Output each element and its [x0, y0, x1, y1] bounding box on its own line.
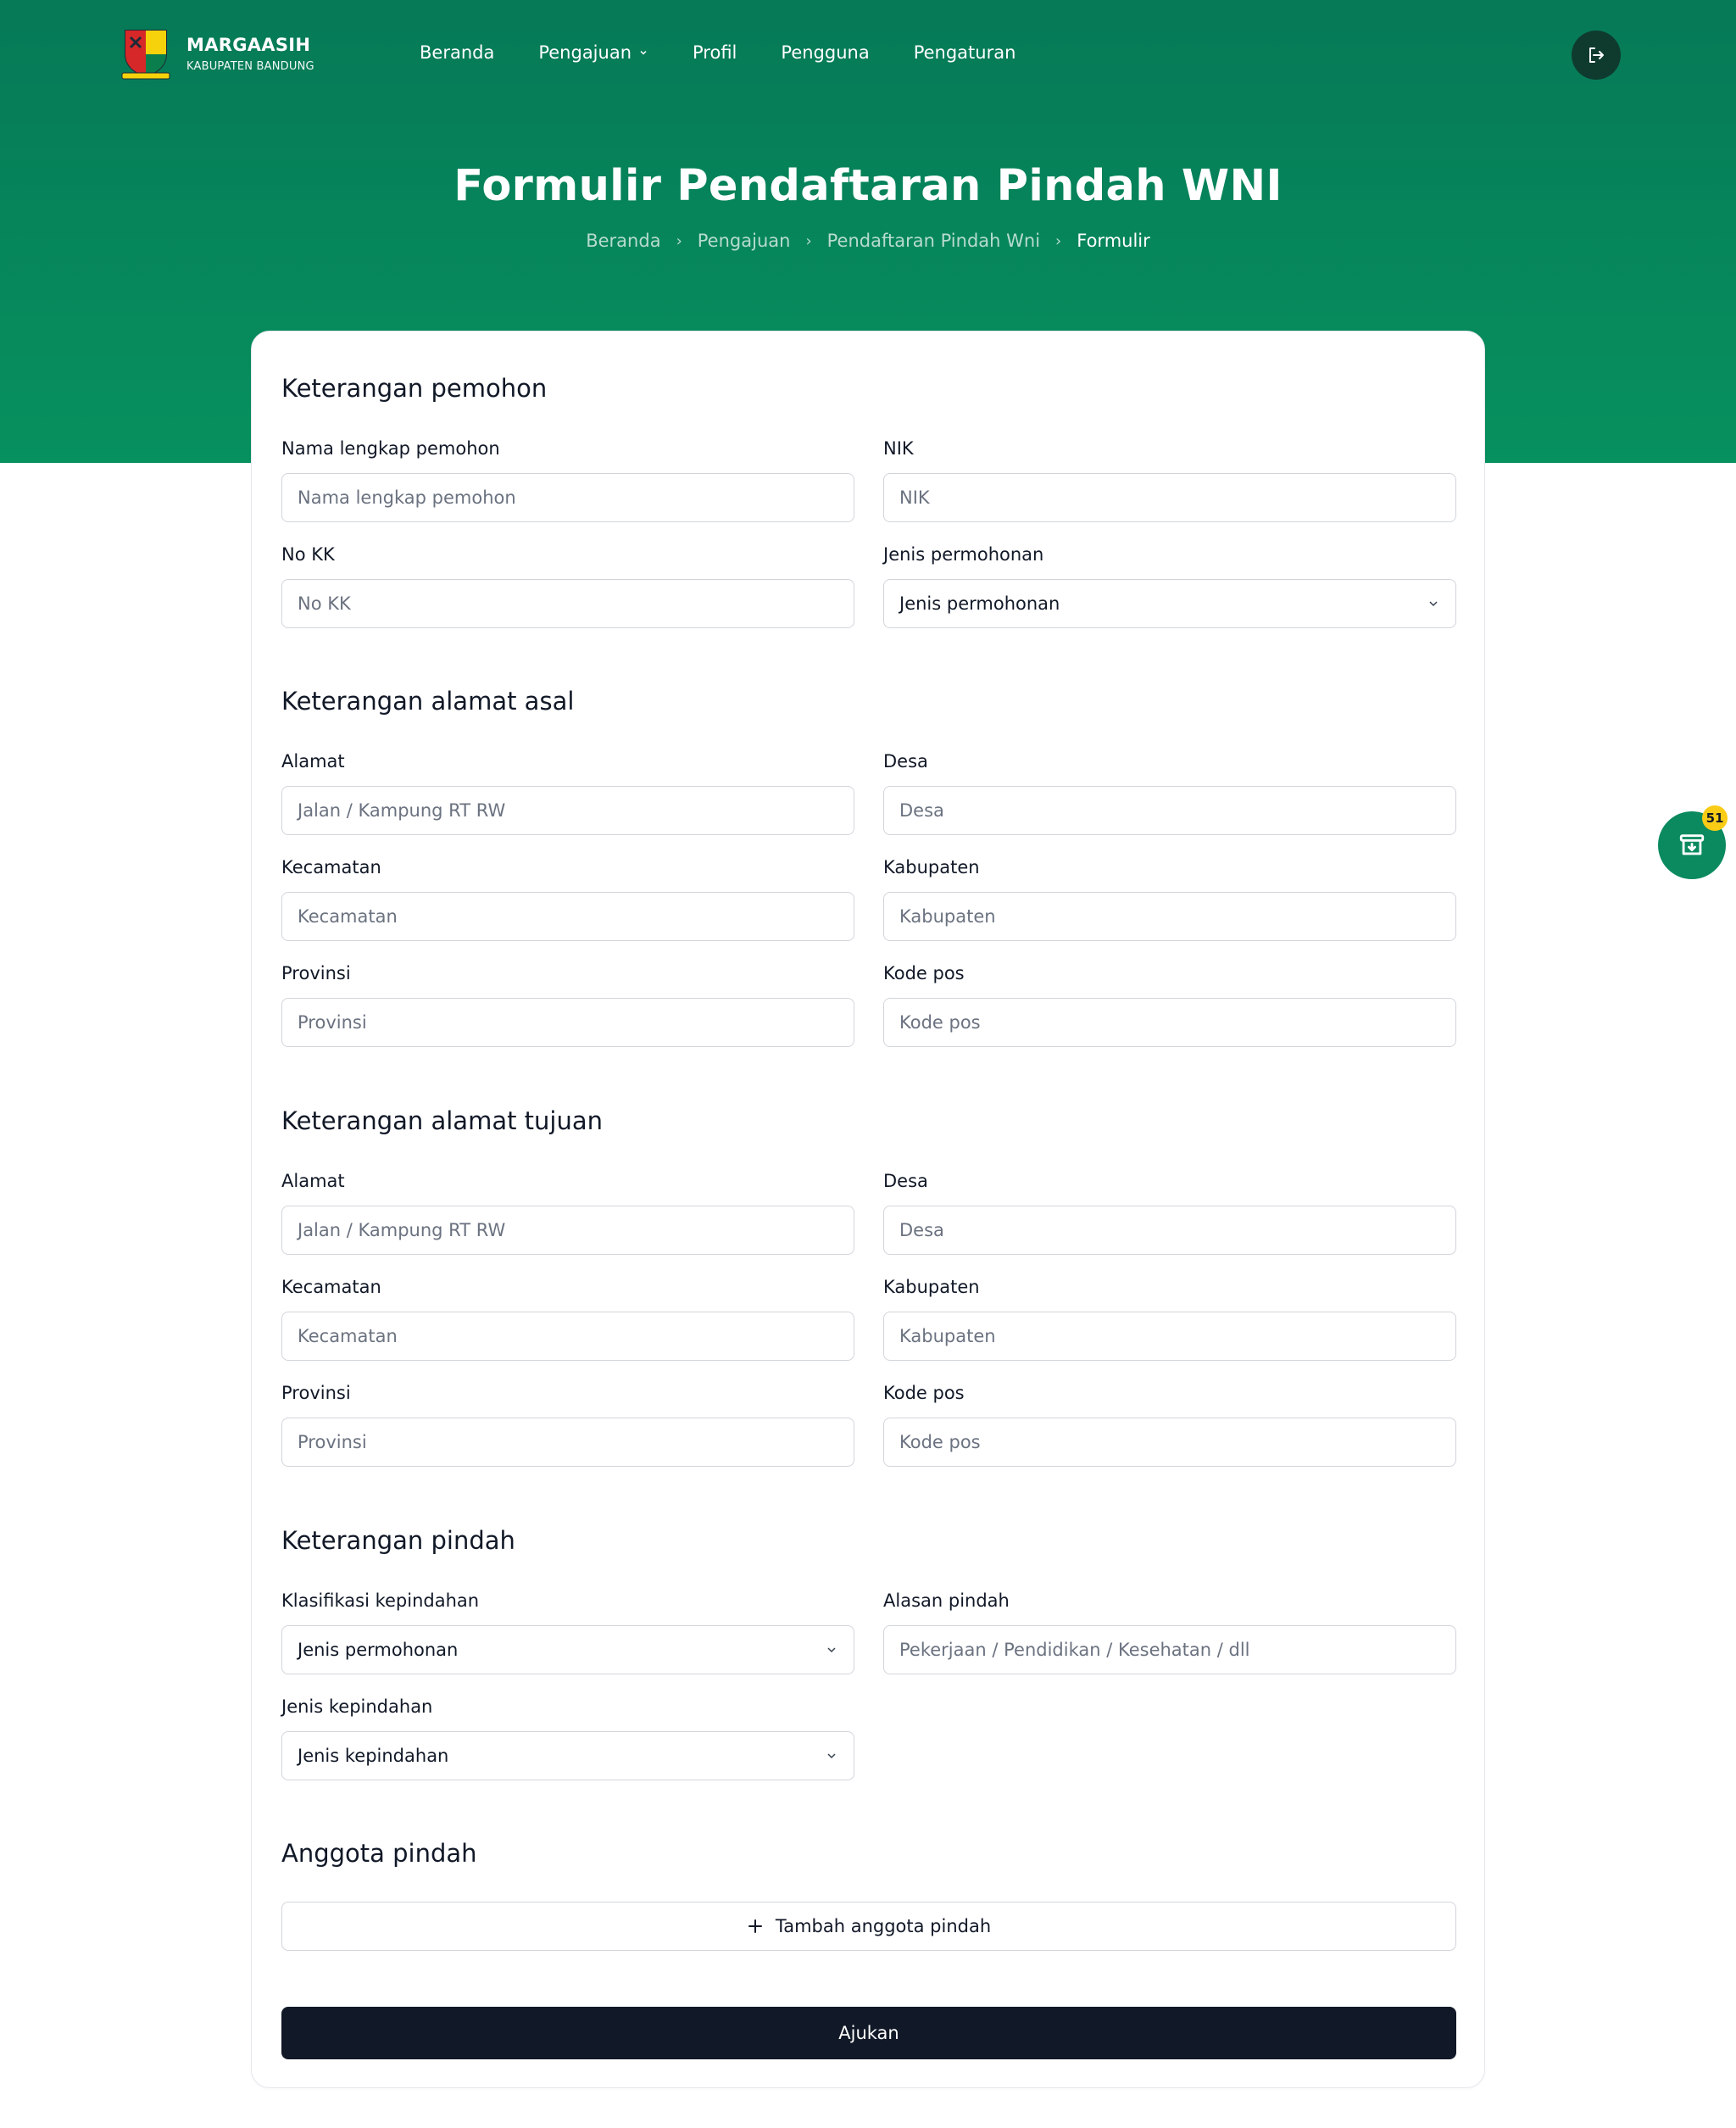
asal-kodepos-input[interactable]: Kode pos	[883, 998, 1456, 1047]
label-tujuan-kodepos: Kode pos	[883, 1383, 965, 1403]
klasifikasi-value: Jenis permohonan	[298, 1640, 459, 1660]
form-card: Keterangan pemohon Nama lengkap pemohon …	[251, 331, 1485, 2088]
logout-icon	[1589, 47, 1604, 63]
breadcrumb: Beranda › Pengajuan › Pendaftaran Pindah…	[0, 231, 1736, 251]
nav-pengajuan-label: Pengajuan	[538, 42, 632, 63]
tujuan-kecamatan-input[interactable]: Kecamatan	[281, 1312, 854, 1361]
section-title-tujuan: Keterangan alamat tujuan	[281, 1106, 604, 1135]
tujuan-provinsi-input[interactable]: Provinsi	[281, 1418, 854, 1467]
section-title-pemohon: Keterangan pemohon	[281, 374, 548, 403]
chevron-right-icon: ›	[676, 231, 682, 250]
chevron-down-icon	[1429, 601, 1438, 607]
tujuan-alamat-input[interactable]: Jalan / Kampung RT RW	[281, 1206, 854, 1255]
jenis-kepindahan-select[interactable]: Jenis kepindahan	[281, 1731, 854, 1780]
nav-pengajuan[interactable]: Pengajuan	[538, 42, 648, 63]
chevron-down-icon	[827, 1647, 836, 1653]
plus-icon	[748, 1919, 762, 1933]
label-asal-provinsi: Provinsi	[281, 963, 351, 983]
nik-input[interactable]: NIK	[883, 473, 1456, 522]
chevron-down-icon	[827, 1753, 836, 1759]
asal-alamat-input[interactable]: Jalan / Kampung RT RW	[281, 786, 854, 835]
chevron-down-icon	[640, 50, 647, 55]
nav-beranda-label: Beranda	[420, 42, 495, 63]
add-member-button[interactable]: Tambah anggota pindah	[281, 1902, 1456, 1951]
label-nokk: No KK	[281, 544, 335, 565]
main-nav: Beranda Pengajuan Profil Pengguna Pengat…	[420, 42, 1060, 63]
asal-kecamatan-input[interactable]: Kecamatan	[281, 892, 854, 941]
label-alasan: Alasan pindah	[883, 1590, 1010, 1611]
logout-button[interactable]	[1572, 31, 1621, 80]
nav-profil[interactable]: Profil	[693, 42, 737, 63]
notification-badge: 51	[1702, 805, 1728, 831]
label-nik: NIK	[883, 438, 914, 459]
tujuan-kodepos-input[interactable]: Kode pos	[883, 1418, 1456, 1467]
asal-kabupaten-input[interactable]: Kabupaten	[883, 892, 1456, 941]
chevron-right-icon: ›	[1055, 231, 1062, 250]
brand-logo[interactable]: MARGAASIH KABUPATEN BANDUNG	[117, 25, 314, 81]
alasan-input[interactable]: Pekerjaan / Pendidikan / Kesehatan / dll	[883, 1625, 1456, 1674]
jenis-permohonan-value: Jenis permohonan	[899, 593, 1060, 614]
asal-desa-input[interactable]: Desa	[883, 786, 1456, 835]
label-asal-alamat: Alamat	[281, 751, 345, 772]
breadcrumb-pengajuan[interactable]: Pengajuan	[698, 231, 791, 251]
jenis-permohonan-select[interactable]: Jenis permohonan	[883, 579, 1456, 628]
nav-pengguna-label: Pengguna	[781, 42, 870, 63]
breadcrumb-beranda[interactable]: Beranda	[586, 231, 660, 251]
nav-pengaturan-label: Pengaturan	[913, 42, 1016, 63]
label-klasifikasi: Klasifikasi kepindahan	[281, 1590, 480, 1611]
submit-label: Ajukan	[838, 2023, 899, 2043]
nav-profil-label: Profil	[693, 42, 737, 63]
submit-button[interactable]: Ajukan	[281, 2007, 1456, 2059]
nav-beranda[interactable]: Beranda	[420, 42, 494, 63]
coat-of-arms-icon	[121, 30, 170, 80]
archive-download-icon	[1679, 834, 1705, 855]
section-title-asal: Keterangan alamat asal	[281, 687, 575, 716]
label-jenis-permohonan: Jenis permohonan	[883, 544, 1044, 565]
brand-subtitle: KABUPATEN BANDUNG	[186, 59, 314, 73]
page-title: Formulir Pendaftaran Pindah WNI	[453, 161, 1283, 211]
breadcrumb-current: Formulir	[1077, 231, 1150, 251]
chevron-right-icon: ›	[805, 231, 812, 250]
label-jenis-kepindahan: Jenis kepindahan	[281, 1696, 433, 1717]
label-tujuan-provinsi: Provinsi	[281, 1383, 351, 1403]
label-tujuan-kecamatan: Kecamatan	[281, 1277, 381, 1297]
label-asal-kabupaten: Kabupaten	[883, 857, 980, 877]
tujuan-kabupaten-input[interactable]: Kabupaten	[883, 1312, 1456, 1361]
brand-title: MARGAASIH	[186, 34, 311, 55]
label-nama: Nama lengkap pemohon	[281, 438, 500, 459]
add-member-label: Tambah anggota pindah	[775, 1916, 992, 1936]
label-tujuan-alamat: Alamat	[281, 1171, 345, 1191]
section-title-anggota: Anggota pindah	[281, 1839, 477, 1868]
asal-provinsi-input[interactable]: Provinsi	[281, 998, 854, 1047]
tujuan-desa-input[interactable]: Desa	[883, 1206, 1456, 1255]
nama-input[interactable]: Nama lengkap pemohon	[281, 473, 854, 522]
jenis-kepindahan-value: Jenis kepindahan	[298, 1746, 449, 1766]
label-tujuan-kabupaten: Kabupaten	[883, 1277, 980, 1297]
label-asal-kecamatan: Kecamatan	[281, 857, 381, 877]
breadcrumb-pendaftaran[interactable]: Pendaftaran Pindah Wni	[827, 231, 1040, 251]
section-title-pindah: Keterangan pindah	[281, 1526, 515, 1555]
nav-pengaturan[interactable]: Pengaturan	[914, 42, 1016, 63]
nav-pengguna[interactable]: Pengguna	[781, 42, 869, 63]
klasifikasi-select[interactable]: Jenis permohonan	[281, 1625, 854, 1674]
label-tujuan-desa: Desa	[883, 1171, 928, 1191]
nokk-input[interactable]: No KK	[281, 579, 854, 628]
label-asal-desa: Desa	[883, 751, 928, 772]
label-asal-kodepos: Kode pos	[883, 963, 965, 983]
